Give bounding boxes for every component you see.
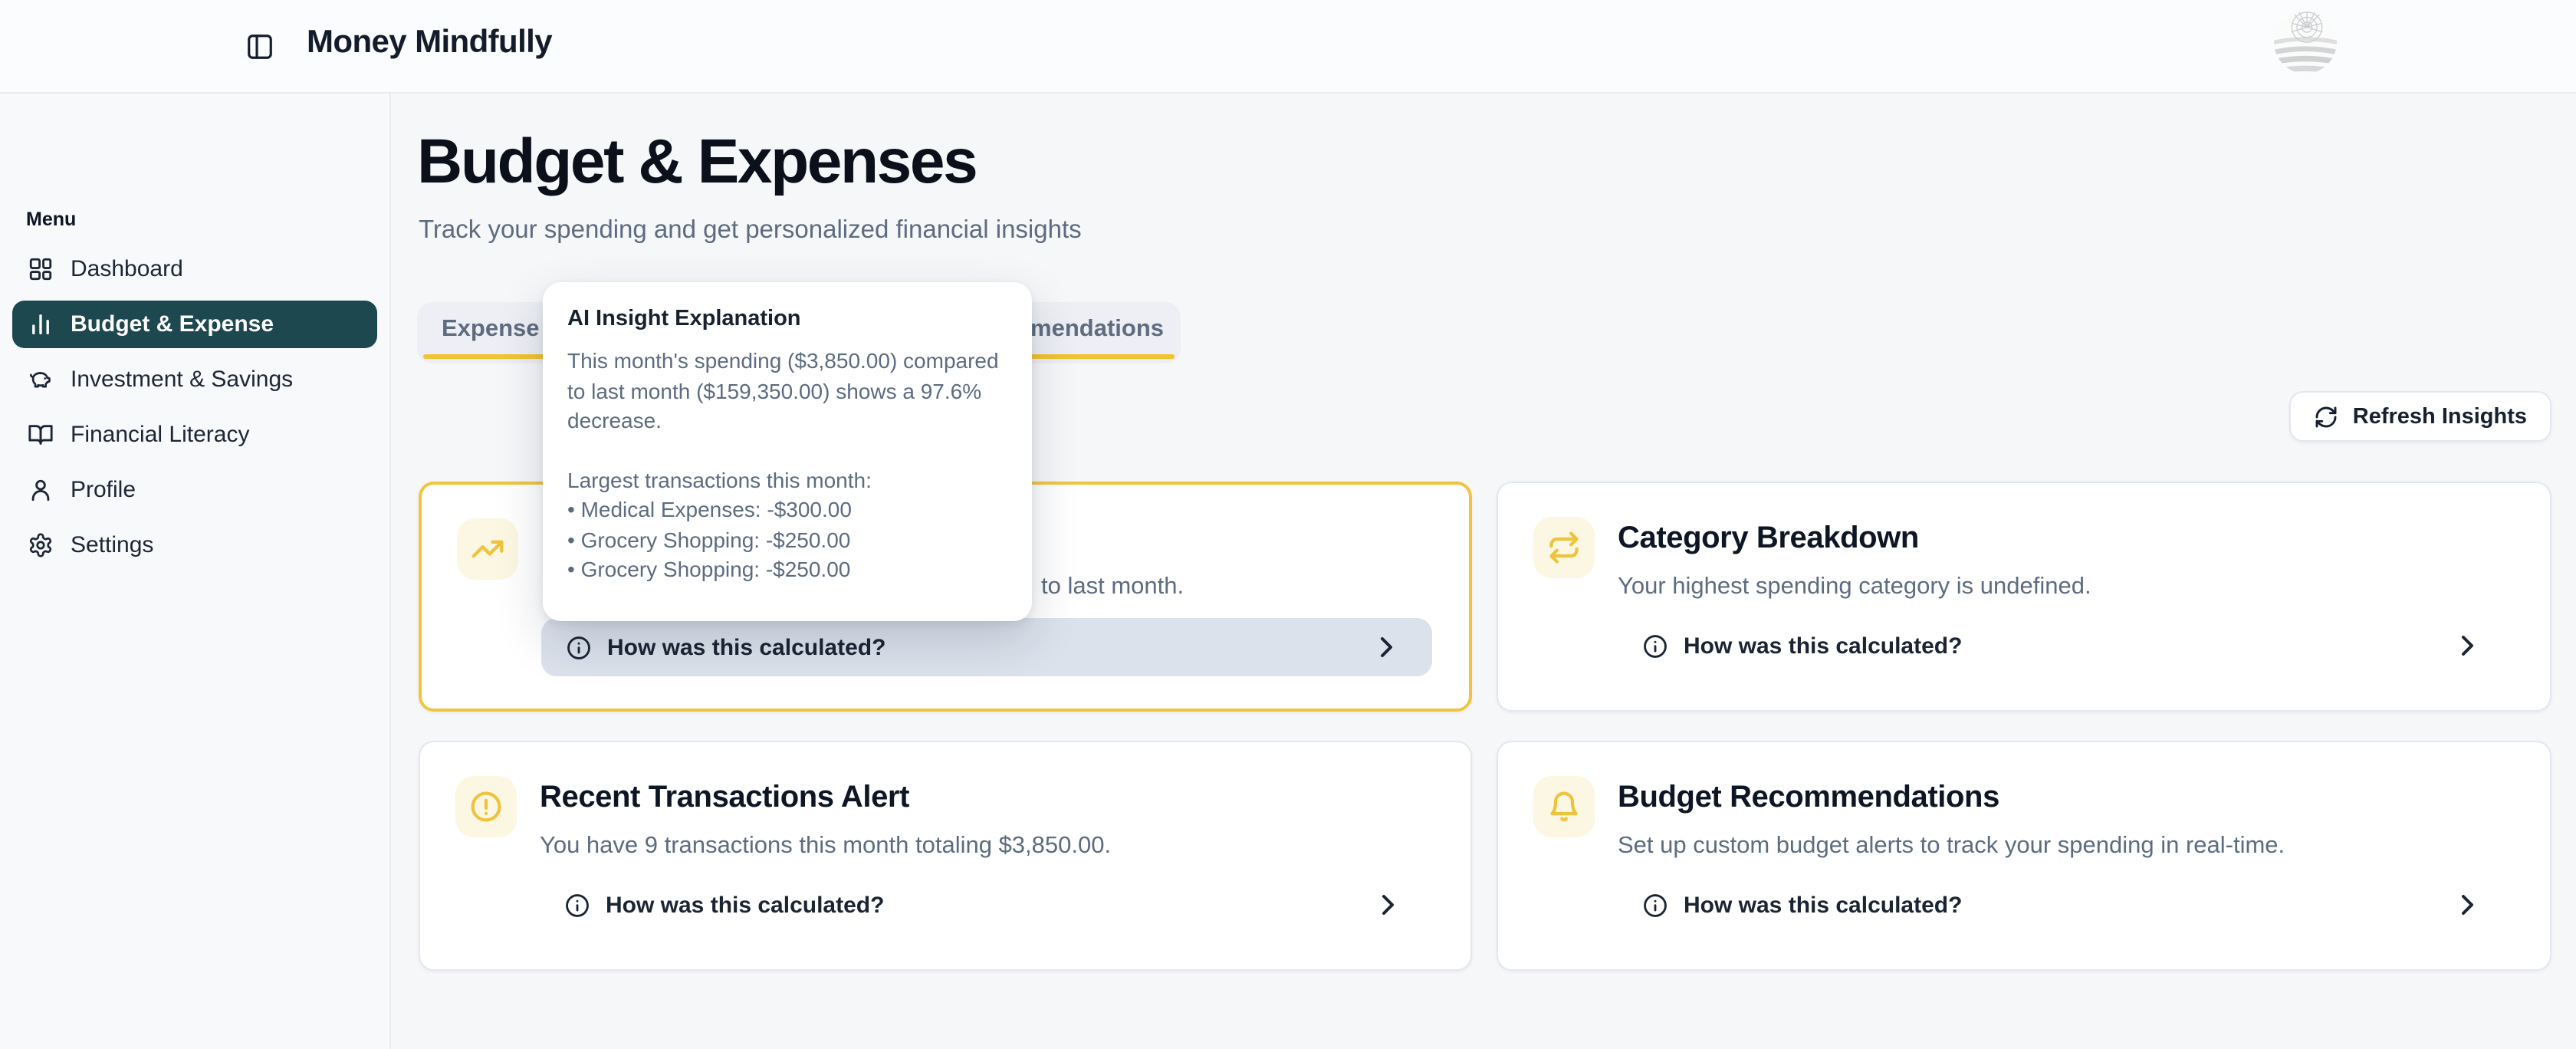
sidebar-item-label: Dashboard <box>71 256 183 282</box>
sidebar-item-label: Settings <box>71 532 153 558</box>
chevron-right-icon <box>2461 635 2492 656</box>
refresh-insights-label: Refresh Insights <box>2353 404 2527 429</box>
card-title: Recent Transactions Alert <box>540 781 909 816</box>
transaction-line: • Medical Expenses: -$300.00 <box>567 495 1007 525</box>
how-calculated-button[interactable]: How was this calculated? <box>1618 876 2513 934</box>
page-title: Budget & Expenses <box>417 126 976 198</box>
popover-title: AI Insight Explanation <box>567 307 1007 331</box>
card-description: Your highest spending category is undefi… <box>1618 574 2091 601</box>
sidebar-item-label: Financial Literacy <box>71 422 249 448</box>
how-calculated-button[interactable]: How was this calculated? <box>1618 617 2513 675</box>
chevron-right-icon <box>1382 894 1412 916</box>
book-open-icon <box>28 422 54 448</box>
sidebar-item-budget-expense[interactable]: Budget & Expense <box>12 301 377 348</box>
transaction-line: • Grocery Shopping: -$250.00 <box>567 525 1007 555</box>
insight-card-recent-transactions[interactable]: Recent Transactions Alert You have 9 tra… <box>419 741 1472 971</box>
chevron-right-icon <box>2461 894 2492 916</box>
avatar[interactable] <box>2274 11 2337 74</box>
how-calculated-label: How was this calculated? <box>1684 633 1962 659</box>
sidebar-item-profile[interactable]: Profile <box>12 466 377 514</box>
app-header: Money Mindfully <box>0 0 2576 94</box>
sidebar-item-label: Budget & Expense <box>71 311 274 337</box>
chevron-right-icon <box>1380 636 1411 658</box>
refresh-icon <box>2315 404 2339 429</box>
layout-dashboard-icon <box>28 256 54 282</box>
app-title: Money Mindfully <box>307 25 552 61</box>
trending-up-icon <box>457 518 518 580</box>
popover-transactions: Largest transactions this month: • Medic… <box>567 465 1007 585</box>
sidebar-item-investment-savings[interactable]: Investment & Savings <box>12 356 377 403</box>
info-icon <box>564 892 590 918</box>
sidebar-nav: Dashboard Budget & Expense <box>0 245 389 577</box>
transactions-intro: Largest transactions this month: <box>567 465 1007 495</box>
user-icon <box>28 477 54 503</box>
sidebar-item-financial-literacy[interactable]: Financial Literacy <box>12 411 377 459</box>
sidebar-item-settings[interactable]: Settings <box>12 521 377 569</box>
panel-left-icon <box>245 32 274 61</box>
card-description: Set up custom budget alerts to track you… <box>1618 833 2285 860</box>
transaction-line: • Grocery Shopping: -$250.00 <box>567 555 1007 585</box>
piggy-bank-icon <box>28 367 54 393</box>
sidebar: Menu Dashboard Budget & Expense <box>0 94 391 1049</box>
gear-icon <box>28 532 54 558</box>
page-subtitle: Track your spending and get personalized… <box>419 216 1082 245</box>
repeat-icon <box>1533 517 1595 578</box>
sidebar-item-label: Profile <box>71 477 136 503</box>
card-description: You have 9 transactions this month total… <box>540 833 1111 860</box>
how-calculated-button[interactable]: How was this calculated? <box>541 618 1432 676</box>
how-calculated-button[interactable]: How was this calculated? <box>540 876 1434 934</box>
sidebar-menu-label: Menu <box>26 209 76 230</box>
how-calculated-label: How was this calculated? <box>606 892 884 918</box>
how-calculated-label: How was this calculated? <box>1684 892 1962 918</box>
ai-insight-popover: AI Insight Explanation This month's spen… <box>543 282 1032 621</box>
sidebar-item-dashboard[interactable]: Dashboard <box>12 245 377 293</box>
info-icon <box>1642 633 1668 659</box>
card-title: Category Breakdown <box>1618 521 1919 557</box>
card-description-visible-fragment: to last month. <box>1041 574 1184 601</box>
bell-icon <box>1533 776 1595 837</box>
app-window: Money Mindfully <box>0 0 2576 1049</box>
sidebar-item-label: Investment & Savings <box>71 367 293 393</box>
how-calculated-label: How was this calculated? <box>607 634 886 660</box>
card-title: Budget Recommendations <box>1618 781 1999 816</box>
info-icon <box>1642 892 1668 918</box>
bar-chart-icon <box>28 311 54 337</box>
refresh-insights-button[interactable]: Refresh Insights <box>2290 391 2551 442</box>
sidebar-toggle-button[interactable] <box>245 32 274 61</box>
insight-card-budget-recommendations[interactable]: Budget Recommendations Set up custom bud… <box>1497 741 2551 971</box>
info-icon <box>566 634 592 660</box>
insight-card-category-breakdown[interactable]: Category Breakdown Your highest spending… <box>1497 482 2551 712</box>
alert-circle-icon <box>455 776 517 837</box>
popover-body: This month's spending ($3,850.00) compar… <box>567 347 1007 436</box>
